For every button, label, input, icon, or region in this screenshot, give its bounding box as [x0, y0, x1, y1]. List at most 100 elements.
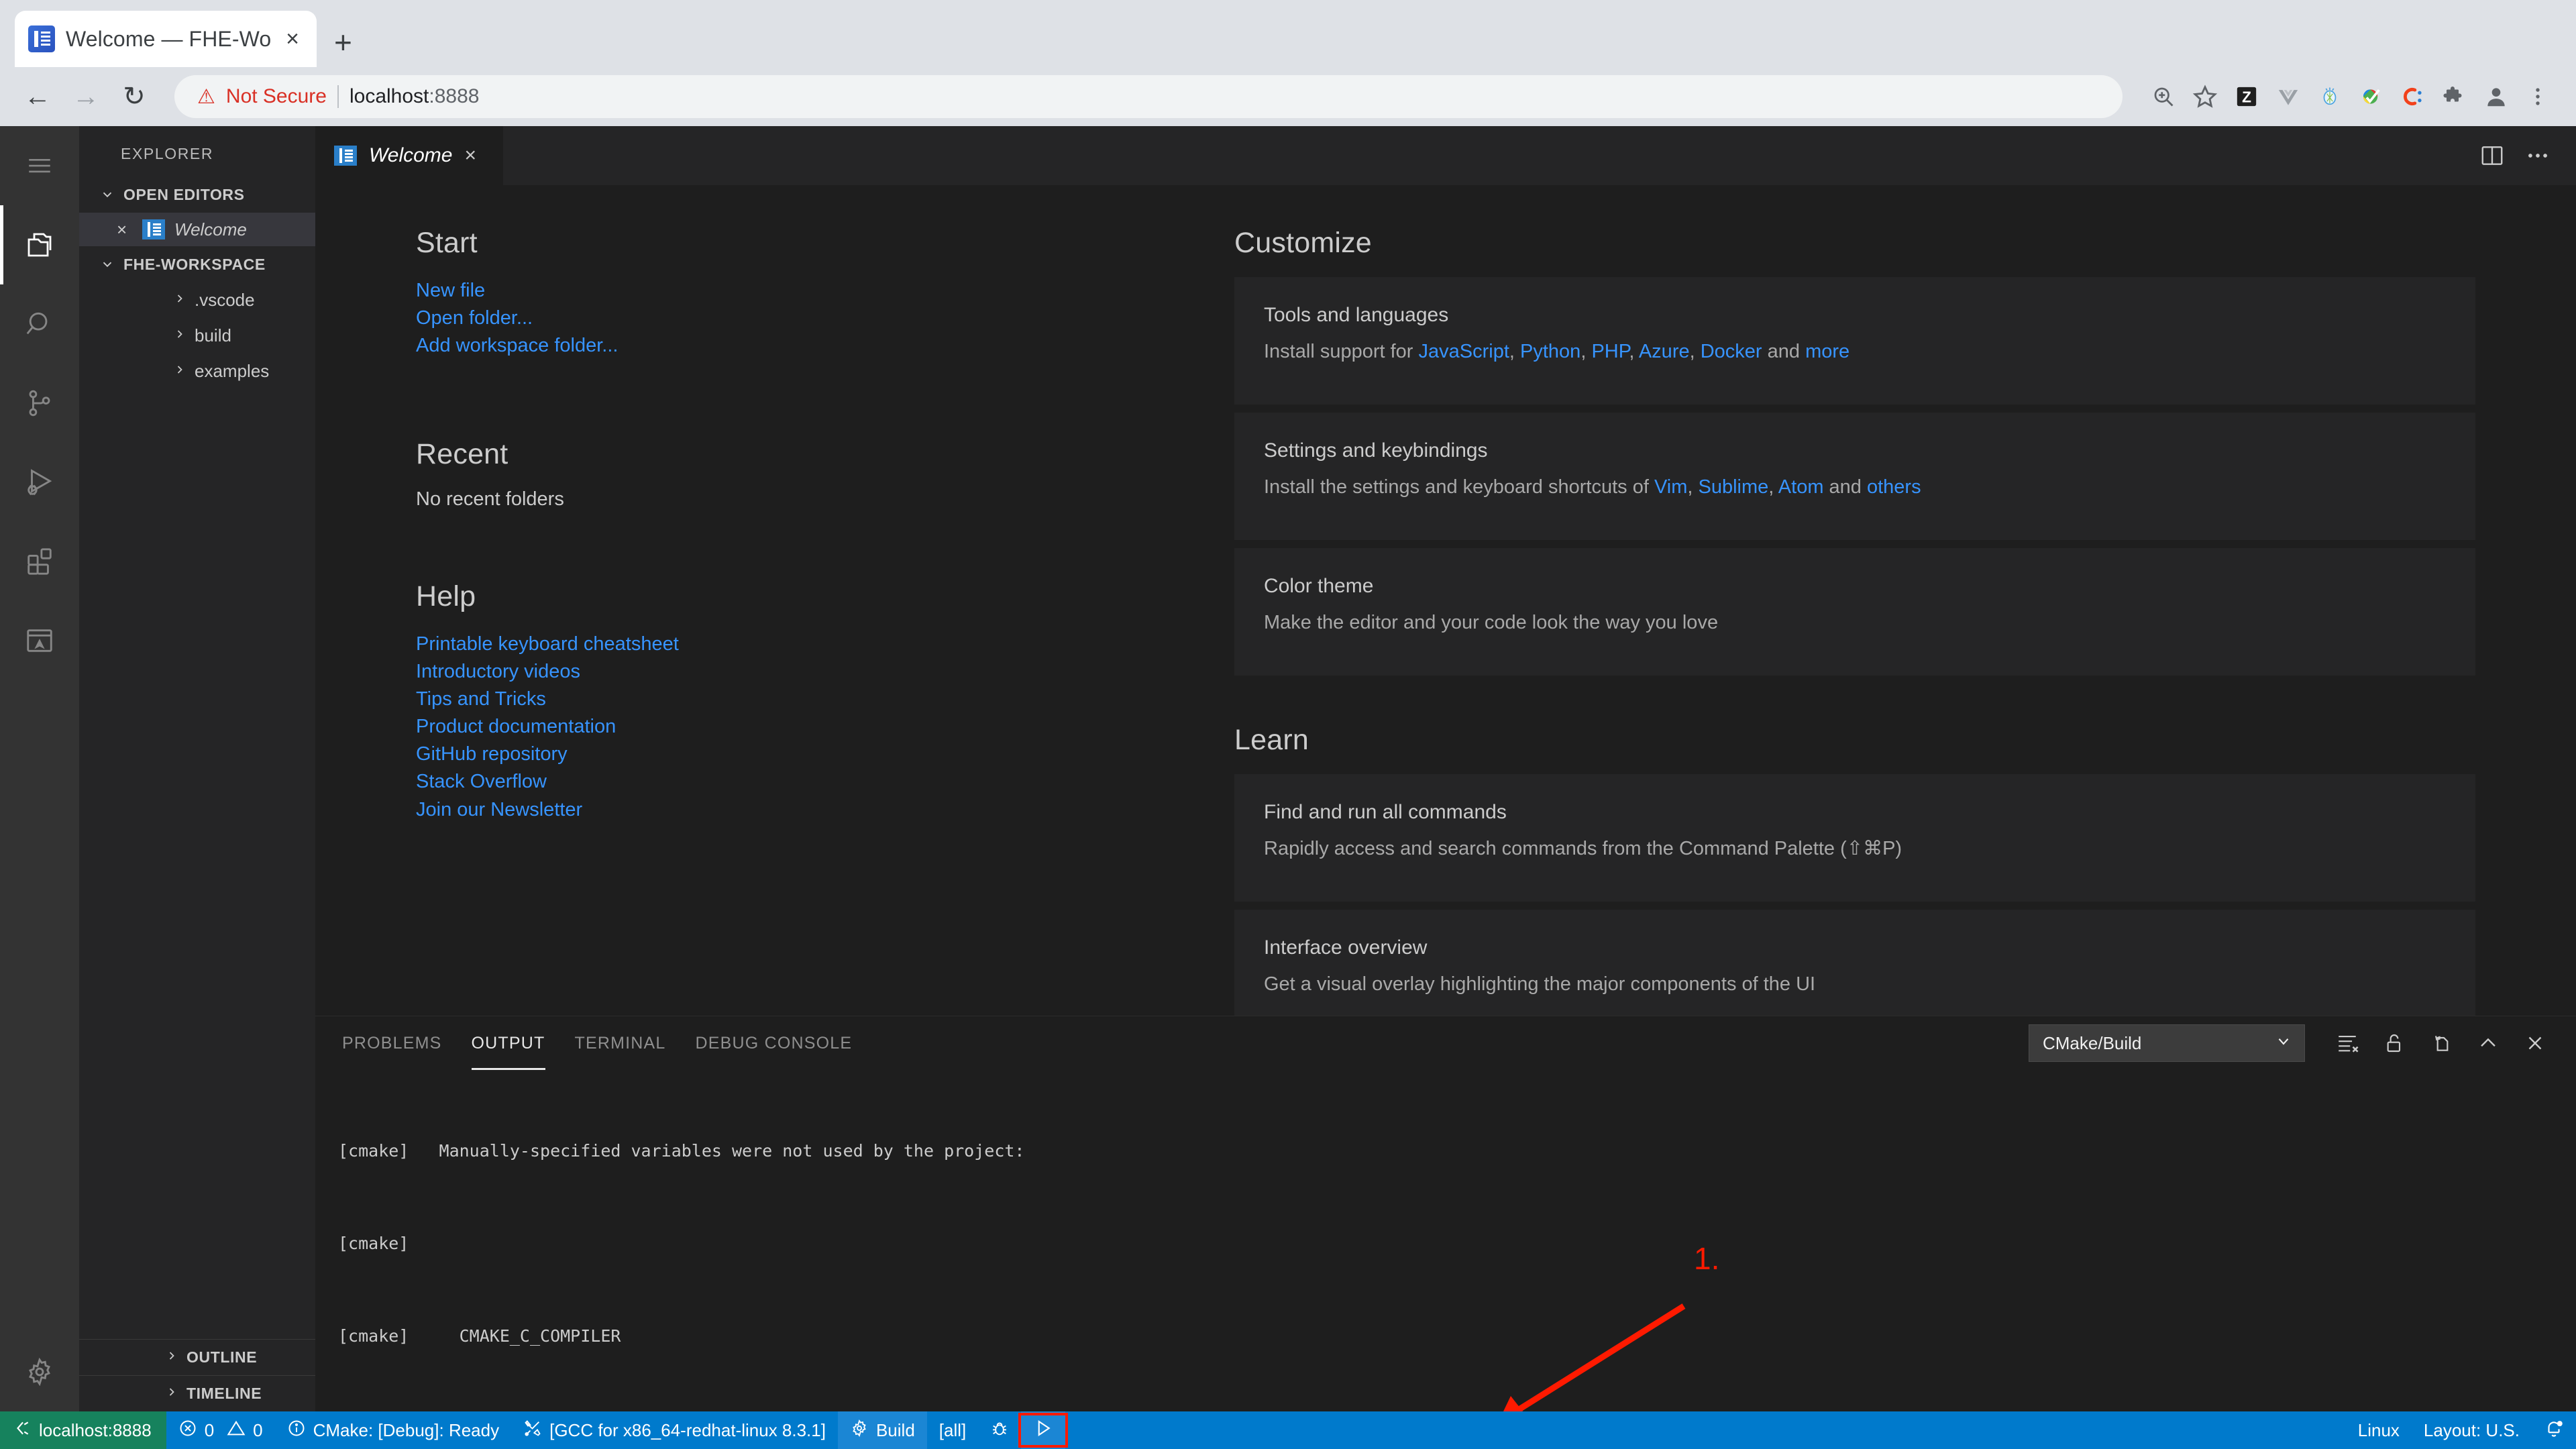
section-workspace[interactable]: FHE-WORKSPACE [79, 246, 315, 282]
tab-debug-console[interactable]: DEBUG CONSOLE [681, 1016, 867, 1070]
folder-vscode[interactable]: .vscode [79, 282, 315, 318]
link-sublime[interactable]: Sublime [1699, 476, 1769, 498]
status-build-target[interactable]: [all] [927, 1411, 978, 1449]
tab-welcome[interactable]: Welcome × [315, 126, 503, 185]
cmake-status-label: CMake: [Debug]: Ready [313, 1419, 500, 1440]
link-add-workspace-folder[interactable]: Add workspace folder... [416, 332, 1234, 360]
status-platform[interactable]: Linux [2346, 1420, 2412, 1441]
status-run-button[interactable] [1018, 1411, 1069, 1449]
sidebar-item-explorer[interactable] [0, 205, 79, 284]
card-description: Make the editor and your code look the w… [1264, 612, 1719, 633]
status-remote-indicator[interactable]: localhost:8888 [0, 1411, 166, 1449]
card-title: Tools and languages [1264, 304, 1449, 326]
tab-terminal[interactable]: TERMINAL [560, 1016, 681, 1070]
sidebar-item-source-control[interactable] [0, 364, 79, 443]
vue-devtools-icon[interactable] [2267, 76, 2309, 117]
address-bar[interactable]: ⚠ Not Secure localhost:8888 [174, 75, 2123, 118]
log-line: [cmake] CMAKE_C_COMPILER [338, 1326, 621, 1346]
tab-label: Welcome [369, 144, 453, 166]
link-more[interactable]: more [1805, 341, 1849, 362]
output-channel-select[interactable]: CMake/Build [2029, 1024, 2305, 1062]
open-editor-label: Welcome [174, 219, 247, 239]
new-tab-button[interactable]: + [334, 27, 352, 58]
link-atom[interactable]: Atom [1778, 476, 1824, 498]
annotation-number: 1. [1694, 1241, 1720, 1276]
card-tools-and-languages[interactable]: Tools and languages Install support for … [1234, 277, 2475, 405]
browser-tab[interactable]: Welcome — FHE-Workspace — × [15, 11, 317, 67]
forward-icon[interactable]: → [66, 76, 106, 117]
section-outline[interactable]: OUTLINE [79, 1339, 315, 1375]
back-icon[interactable]: ← [17, 76, 58, 117]
sidebar-item-extensions[interactable] [0, 522, 79, 601]
section-open-editors[interactable]: OPEN EDITORS [79, 176, 315, 213]
status-build-button[interactable]: Build [837, 1411, 927, 1449]
unlock-scroll-icon[interactable] [2371, 1023, 2418, 1063]
status-kit[interactable]: [GCC for x86_64-redhat-linux 8.3.1] [511, 1411, 838, 1449]
card-color-theme[interactable]: Color theme Make the editor and your cod… [1234, 548, 2475, 676]
link-github-repository[interactable]: GitHub repository [416, 741, 1234, 768]
colorzilla-icon[interactable] [2351, 76, 2392, 117]
close-icon[interactable]: × [117, 219, 133, 240]
bookmark-star-icon[interactable] [2184, 76, 2226, 117]
sidebar-item-search[interactable] [0, 284, 79, 364]
browser-tabstrip: Welcome — FHE-Workspace — × + [0, 0, 2576, 67]
folder-examples[interactable]: examples [79, 354, 315, 389]
status-notifications[interactable] [2532, 1418, 2576, 1443]
link-others[interactable]: others [1867, 476, 1921, 498]
reload-icon[interactable]: ↻ [114, 76, 154, 117]
card-title: Interface overview [1264, 936, 1428, 959]
link-new-file[interactable]: New file [416, 277, 1234, 305]
status-debug-button[interactable] [978, 1411, 1021, 1449]
link-open-folder[interactable]: Open folder... [416, 305, 1234, 332]
link-join-newsletter[interactable]: Join our Newsletter [416, 796, 1234, 824]
gear-icon[interactable] [0, 1332, 79, 1411]
close-panel-icon[interactable] [2512, 1023, 2559, 1063]
tab-output[interactable]: OUTPUT [457, 1016, 560, 1070]
gear-icon [850, 1419, 869, 1442]
link-stack-overflow[interactable]: Stack Overflow [416, 768, 1234, 796]
hamburger-icon[interactable] [0, 126, 79, 205]
card-find-and-run-commands[interactable]: Find and run all commands Rapidly access… [1234, 774, 2475, 902]
card-settings-and-keybindings[interactable]: Settings and keybindings Install the set… [1234, 413, 2475, 540]
chevron-right-icon [173, 292, 188, 309]
link-javascript[interactable]: JavaScript [1419, 341, 1509, 362]
link-docker[interactable]: Docker [1701, 341, 1762, 362]
link-product-documentation[interactable]: Product documentation [416, 713, 1234, 741]
extensions-puzzle-icon[interactable] [2434, 76, 2475, 117]
status-problems[interactable]: 0 0 [166, 1411, 275, 1449]
close-icon[interactable]: × [464, 144, 476, 167]
link-printable-cheatsheet[interactable]: Printable keyboard cheatsheet [416, 631, 1234, 658]
open-in-editor-icon[interactable] [2418, 1023, 2465, 1063]
section-timeline[interactable]: TIMELINE [79, 1375, 315, 1411]
more-actions-icon[interactable] [2525, 143, 2551, 168]
link-tips-and-tricks[interactable]: Tips and Tricks [416, 686, 1234, 713]
sidebar-item-remote-explorer[interactable] [0, 601, 79, 680]
link-vim[interactable]: Vim [1654, 476, 1687, 498]
status-cmake[interactable]: CMake: [Debug]: Ready [275, 1411, 511, 1449]
folder-build[interactable]: build [79, 318, 315, 354]
link-introductory-videos[interactable]: Introductory videos [416, 658, 1234, 686]
wappalyzer-icon[interactable] [2309, 76, 2351, 117]
clear-output-icon[interactable] [2324, 1023, 2371, 1063]
link-python[interactable]: Python [1520, 341, 1580, 362]
maximize-panel-icon[interactable] [2465, 1023, 2512, 1063]
link-php[interactable]: PHP [1591, 341, 1629, 362]
tab-problems[interactable]: PROBLEMS [327, 1016, 457, 1070]
clickup-icon[interactable] [2392, 76, 2434, 117]
chevron-right-icon [173, 327, 188, 345]
card-interface-overview[interactable]: Interface overview Get a visual overlay … [1234, 910, 2475, 1016]
chrome-menu-icon[interactable] [2517, 76, 2559, 117]
profile-avatar-icon[interactable] [2475, 76, 2517, 117]
start-heading: Start [416, 227, 478, 259]
zotero-icon[interactable]: Z [2226, 76, 2267, 117]
sidebar-item-run-and-debug[interactable] [0, 443, 79, 522]
output-log[interactable]: [cmake] Manually-specified variables wer… [315, 1070, 2576, 1411]
split-editor-icon[interactable] [2479, 143, 2505, 168]
zoom-icon[interactable] [2143, 76, 2184, 117]
chevron-right-icon [165, 1348, 178, 1366]
link-azure[interactable]: Azure [1639, 341, 1690, 362]
status-keyboard-layout[interactable]: Layout: U.S. [2412, 1420, 2532, 1441]
activity-bar [0, 126, 79, 1411]
close-icon[interactable]: × [282, 28, 303, 50]
open-editor-welcome[interactable]: × Welcome [79, 213, 315, 246]
